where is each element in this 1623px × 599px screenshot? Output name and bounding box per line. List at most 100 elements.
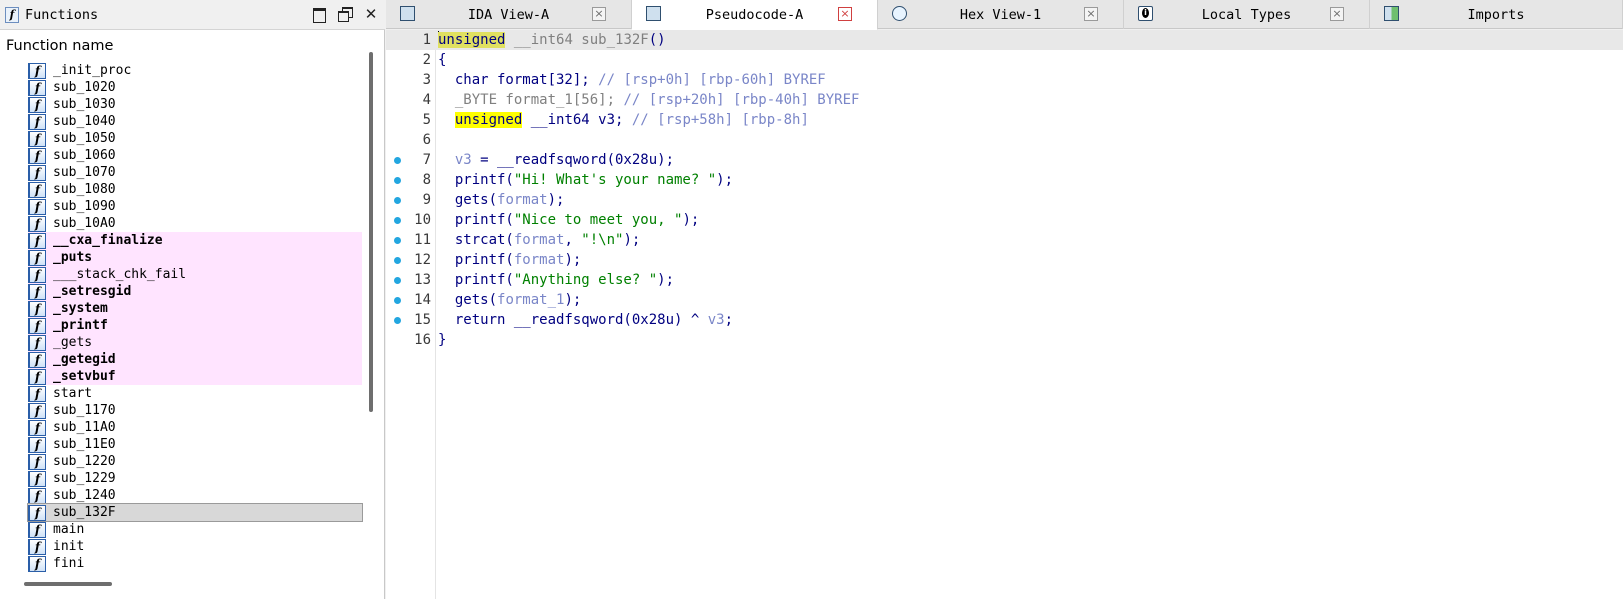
code-line[interactable]: 7 v3 = __readfsqword(0x28u); (386, 150, 1623, 170)
function-list-item[interactable]: f sub_1040 (28, 113, 362, 130)
function-name: sub_1060 (53, 148, 116, 163)
breakpoint-dot-icon[interactable] (394, 217, 401, 224)
function-list-item[interactable]: f init (28, 538, 362, 555)
code-text: strcat(format, "!\n"); (438, 230, 640, 250)
code-token: { (438, 52, 447, 68)
function-list-item[interactable]: f __cxa_finalize (28, 232, 362, 249)
code-token: } (438, 332, 447, 348)
function-list-item[interactable]: f sub_1220 (28, 453, 362, 470)
function-list-item[interactable]: f sub_11E0 (28, 436, 362, 453)
code-line[interactable]: 14 gets(format_1); (386, 290, 1623, 310)
function-name: _setvbuf (53, 369, 116, 384)
function-icon: f (28, 453, 46, 470)
function-name: init (53, 539, 85, 554)
tab-ida-view-a[interactable]: IDA View-A × (386, 0, 632, 29)
function-list-item[interactable]: f sub_1229 (28, 470, 362, 487)
function-list-item[interactable]: f sub_1240 (28, 487, 362, 504)
breakpoint-dot-icon[interactable] (394, 237, 401, 244)
function-list-item[interactable]: f sub_1080 (28, 181, 362, 198)
function-list-item[interactable]: f sub_1030 (28, 96, 362, 113)
code-text: gets(format); (438, 190, 565, 210)
function-icon: f (28, 300, 46, 317)
code-line[interactable]: 13 printf("Anything else? "); (386, 270, 1623, 290)
code-line[interactable]: 11 strcat(format, "!\n"); (386, 230, 1623, 250)
function-list-item[interactable]: f _init_proc (28, 62, 362, 79)
function-list-item[interactable]: f sub_1060 (28, 147, 362, 164)
function-list-item[interactable]: f _printf (28, 317, 362, 334)
tab-close-icon[interactable]: × (1084, 7, 1098, 21)
function-list-item[interactable]: f sub_1050 (28, 130, 362, 147)
function-name: sub_1170 (53, 403, 116, 418)
tab-hex-view-1[interactable]: Hex View-1 × (878, 0, 1124, 29)
function-list-item[interactable]: f fini (28, 555, 362, 572)
code-token: "Anything else? " (513, 272, 658, 288)
function-list-item[interactable]: f _system (28, 300, 362, 317)
code-line[interactable]: 9 gets(format); (386, 190, 1623, 210)
function-name: main (53, 522, 85, 537)
breakpoint-dot-icon[interactable] (394, 157, 401, 164)
function-list-item[interactable]: f sub_132F (27, 503, 363, 522)
code-text: return __readfsqword(0x28u) ^ v3; (438, 310, 733, 330)
tab-close-icon[interactable]: × (592, 7, 606, 21)
tab-close-icon[interactable]: × (838, 7, 852, 21)
code-line[interactable]: 15 return __readfsqword(0x28u) ^ v3; (386, 310, 1623, 330)
restore-icon[interactable] (337, 6, 353, 22)
code-line[interactable]: 16} (386, 330, 1623, 350)
code-line[interactable]: 10 printf("Nice to meet you, "); (386, 210, 1623, 230)
function-list-item[interactable]: f _setresgid (28, 283, 362, 300)
function-list-item[interactable]: f ___stack_chk_fail (28, 266, 362, 283)
function-list-item[interactable]: f sub_11A0 (28, 419, 362, 436)
breakpoint-dot-icon[interactable] (394, 257, 401, 264)
horizontal-scrollbar[interactable] (24, 582, 112, 586)
pseudocode-view[interactable]: 1 unsigned __int64 sub_132F() 2{3 char for… (386, 30, 1623, 599)
function-list-item[interactable]: f sub_1090 (28, 198, 362, 215)
breakpoint-dot-icon[interactable] (394, 317, 401, 324)
function-name-column-header[interactable]: Function name (6, 38, 113, 54)
function-list-item[interactable]: f _setvbuf (28, 368, 362, 385)
tab-pseudocode-a[interactable]: Pseudocode-A × (632, 0, 878, 30)
function-name: __cxa_finalize (53, 233, 163, 248)
breakpoint-dot-icon[interactable] (394, 197, 401, 204)
tab-imports[interactable]: Imports (1370, 0, 1623, 29)
breakpoint-dot-icon[interactable] (394, 277, 401, 284)
function-list-item[interactable]: f sub_10A0 (28, 215, 362, 232)
function-list-item[interactable]: f main (28, 521, 362, 538)
code-line[interactable]: 2{ (386, 50, 1623, 70)
function-list-item[interactable]: f sub_1170 (28, 402, 362, 419)
function-list-item[interactable]: f start (28, 385, 362, 402)
tab-local-types[interactable]: Local Types× (1124, 0, 1370, 29)
close-icon[interactable]: ✕ (363, 6, 379, 22)
code-line[interactable]: 3 char format[32]; // [rsp+0h] [rbp-60h]… (386, 70, 1623, 90)
function-icon: f (28, 215, 46, 232)
function-list-item[interactable]: f _puts (28, 249, 362, 266)
function-list-item[interactable]: f _getegid (28, 351, 362, 368)
function-icon: f (28, 436, 46, 453)
code-token: ); (547, 192, 565, 208)
function-list-item[interactable]: f _gets (28, 334, 362, 351)
code-text: unsigned __int64 sub_132F() (438, 30, 666, 50)
code-line[interactable]: 1 unsigned __int64 sub_132F() (386, 30, 1623, 50)
code-token: ); (657, 272, 675, 288)
code-line[interactable]: 4 _BYTE format_1[56]; // [rsp+20h] [rbp-… (386, 90, 1623, 110)
code-token: format (513, 252, 565, 268)
code-token: printf( (438, 212, 514, 228)
function-icon: f (28, 249, 46, 266)
code-line[interactable]: 8 printf("Hi! What's your name? "); (386, 170, 1623, 190)
breakpoint-dot-icon[interactable] (394, 297, 401, 304)
code-line[interactable]: 5 unsigned __int64 v3; // [rsp+58h] [rbp… (386, 110, 1623, 130)
minimize-icon[interactable] (311, 6, 327, 23)
function-list-item[interactable]: f sub_1070 (28, 164, 362, 181)
code-token: unsigned (454, 112, 523, 128)
code-token: "!\n" (581, 232, 624, 248)
breakpoint-dot-icon[interactable] (394, 177, 401, 184)
function-name: sub_1090 (53, 199, 116, 214)
function-icon: f (28, 198, 46, 215)
vertical-scrollbar[interactable] (369, 52, 373, 412)
function-list-item[interactable]: f sub_1020 (28, 79, 362, 96)
code-line[interactable]: 12 printf(format); (386, 250, 1623, 270)
tab-close-icon[interactable]: × (1330, 7, 1344, 21)
tab-label: Imports (1467, 7, 1525, 23)
function-name: sub_11A0 (53, 420, 116, 435)
code-line[interactable]: 6 (386, 130, 1623, 150)
